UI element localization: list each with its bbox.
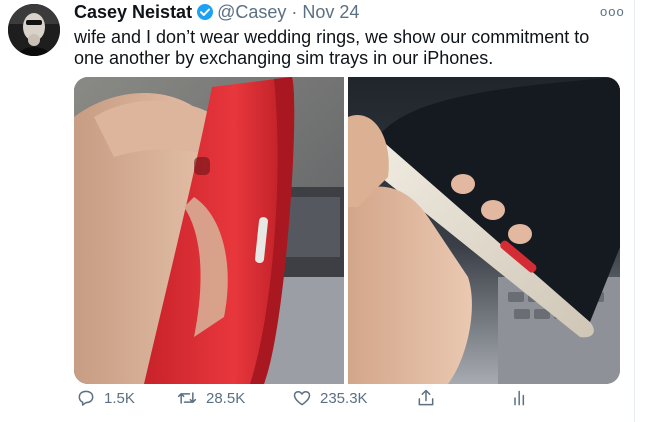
like-button[interactable]: 235.3K [292,388,368,408]
retweet-button[interactable]: 28.5K [176,388,245,408]
tweet-header: Casey Neistat @Casey · Nov 24 [74,2,359,26]
header-separator: · [291,2,298,22]
like-count: 235.3K [320,389,368,407]
analytics-icon [514,390,525,406]
reply-count: 1.5K [104,389,135,407]
verified-badge-icon [196,3,214,26]
white-iphone-photo[interactable] [348,77,620,384]
retweet-icon [177,392,197,404]
media-grid[interactable] [74,77,620,384]
share-icon [418,389,434,406]
like-icon [293,391,311,406]
more-options-icon[interactable]: ooo [600,4,625,19]
tweet-date[interactable]: Nov 24 [302,2,359,22]
timeline-divider [634,0,635,422]
reply-icon [78,390,94,406]
avatar-image [8,4,60,56]
avatar[interactable] [8,4,60,56]
share-button[interactable] [416,388,444,408]
retweet-count: 28.5K [206,389,246,407]
analytics-button[interactable] [510,388,538,408]
red-iphone-photo[interactable] [74,77,344,384]
tweet-actions: 1.5K 28.5K 235.3K [0,388,645,422]
reply-button[interactable]: 1.5K [76,388,135,408]
tweet-text: wife and I don’t wear wedding rings, we … [74,27,590,68]
author-handle[interactable]: @Casey [217,2,286,22]
author-name[interactable]: Casey Neistat [74,2,192,22]
